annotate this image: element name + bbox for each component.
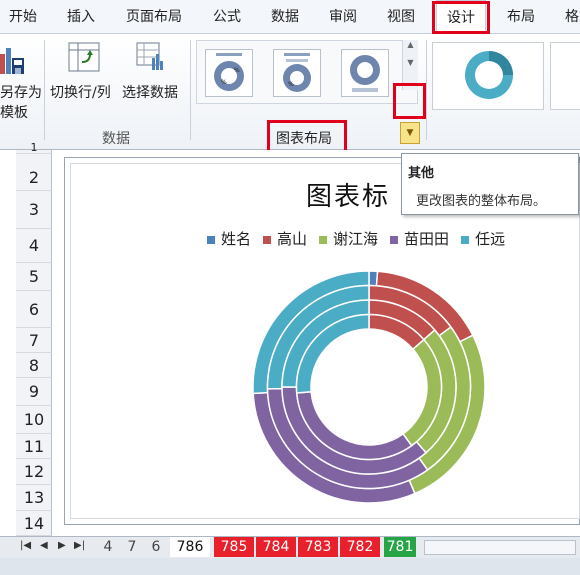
legend-swatch xyxy=(319,235,328,244)
legend-label: 苗田田 xyxy=(404,230,450,248)
first-sheet-icon[interactable]: |◀ xyxy=(20,540,31,551)
row-header[interactable]: 13 xyxy=(16,485,52,511)
chart-style-1[interactable] xyxy=(432,42,544,110)
gallery-scroll-up[interactable]: ▲ ▼ xyxy=(402,40,418,90)
chart-layout-3[interactable] xyxy=(341,49,389,97)
sheet-tab[interactable]: 6 xyxy=(146,537,166,557)
sheet-tab[interactable]: 785 xyxy=(214,537,254,557)
tab-design[interactable]: 设计 xyxy=(436,0,486,35)
layout-thumb-icon: % % xyxy=(214,53,244,91)
legend-item: 苗田田 xyxy=(390,228,449,249)
switch-row-column-button[interactable]: 切换行/列 xyxy=(50,38,120,108)
row-header[interactable]: 10 xyxy=(16,406,52,434)
more-layouts-button[interactable]: ▼ xyxy=(400,122,420,144)
tab-page-layout[interactable]: 页面布局 xyxy=(116,0,192,34)
chart-title[interactable]: 图表标 xyxy=(306,176,390,213)
sheet-tab-strip: |◀ ◀ ▶ ▶| 4 7 6 786 785 784 783 782 781 xyxy=(0,536,580,558)
next-sheet-icon[interactable]: ▶ xyxy=(58,540,66,551)
ribbon-design: 另存为 模板 切换行/列 选择数据 数据 % % % ▲ ▼ ▼ 图表布局 xyxy=(0,34,580,150)
last-sheet-icon[interactable]: ▶| xyxy=(74,540,85,551)
svg-text:%: % xyxy=(221,79,227,86)
tooltip-title: 其他 xyxy=(408,166,435,181)
row-header[interactable]: 9 xyxy=(16,378,52,406)
sheet-tab[interactable]: 783 xyxy=(298,537,338,557)
status-bar xyxy=(0,558,580,575)
prev-sheet-icon[interactable]: ◀ xyxy=(40,540,48,551)
row-header[interactable]: 3 xyxy=(16,191,52,229)
select-data-button[interactable]: 选择数据 xyxy=(122,38,188,108)
legend-swatch xyxy=(207,235,215,244)
row-header[interactable]: 5 xyxy=(16,263,52,291)
horizontal-scrollbar[interactable] xyxy=(424,540,576,555)
tab-data[interactable]: 数据 xyxy=(262,0,308,34)
layout-thumb-icon xyxy=(350,55,380,92)
select-data-icon xyxy=(136,42,163,70)
row-header[interactable]: 4 xyxy=(16,229,52,263)
save-template-label-2: 模板 xyxy=(0,105,28,121)
chart-legend[interactable]: 姓名 高山 谢江海 苗田田 任远 xyxy=(207,228,517,250)
svg-text:%: % xyxy=(234,67,240,74)
tooltip-description: 更改图表的整体布局。 xyxy=(416,194,547,209)
legend-swatch xyxy=(461,235,470,244)
select-data-label: 选择数据 xyxy=(122,85,178,101)
group-label-data: 数据 xyxy=(102,131,130,147)
tab-formulas[interactable]: 公式 xyxy=(204,0,250,34)
row-header[interactable]: 12 xyxy=(16,459,52,485)
save-template-button[interactable]: 另存为 模板 xyxy=(0,38,44,122)
legend-label: 姓名 xyxy=(221,230,252,248)
more-layouts-tooltip: 其他 更改图表的整体布局。 xyxy=(401,153,579,215)
row-header[interactable]: 7 xyxy=(16,328,52,353)
legend-item: 姓名 xyxy=(207,228,251,249)
row-header[interactable]: 1 xyxy=(16,142,52,154)
row-header[interactable]: 14 xyxy=(16,511,52,536)
legend-label: 高山 xyxy=(277,230,308,248)
legend-label: 任远 xyxy=(475,230,506,248)
legend-item: 谢江海 xyxy=(319,228,378,249)
chart-layout-1[interactable]: % % xyxy=(205,49,253,97)
sheet-tab[interactable]: 4 xyxy=(98,537,118,557)
group-separator xyxy=(426,40,427,140)
doughnut-chart[interactable] xyxy=(248,266,490,508)
legend-swatch xyxy=(263,235,272,244)
row-header[interactable]: 6 xyxy=(16,291,52,328)
row-header-column: 1 2 3 4 5 6 7 8 9 10 11 12 13 14 xyxy=(16,142,52,536)
row-header[interactable]: 2 xyxy=(16,164,52,191)
legend-item: 任远 xyxy=(461,228,505,249)
ribbon-tab-bar: 开始 插入 页面布局 公式 数据 审阅 视图 设计 布局 格式 xyxy=(0,0,580,35)
save-template-label-1: 另存为 xyxy=(0,85,42,101)
save-template-icon xyxy=(0,48,24,74)
sheet-tab[interactable]: 7 xyxy=(122,537,142,557)
chart-style-2[interactable] xyxy=(550,42,580,110)
sheet-tab[interactable]: 782 xyxy=(340,537,380,557)
chart-layout-2[interactable]: % xyxy=(273,49,321,97)
legend-item: 高山 xyxy=(263,228,307,249)
tab-insert[interactable]: 插入 xyxy=(58,0,104,34)
group-separator xyxy=(44,40,45,140)
layout-thumb-icon: % xyxy=(283,53,311,92)
tab-layout[interactable]: 布局 xyxy=(498,0,544,34)
sheet-tab-active[interactable]: 786 xyxy=(170,537,210,557)
tab-home[interactable]: 开始 xyxy=(0,0,46,34)
group-label-chart-layouts: 图表布局 xyxy=(276,131,332,147)
row-header[interactable]: 11 xyxy=(16,434,52,459)
chart-style-thumb-icon xyxy=(465,51,513,99)
legend-swatch xyxy=(390,235,399,244)
tab-view[interactable]: 视图 xyxy=(378,0,424,34)
switch-row-column-icon xyxy=(68,42,100,72)
sheet-tab[interactable]: 784 xyxy=(256,537,296,557)
row-header[interactable]: 8 xyxy=(16,353,52,378)
tab-review[interactable]: 审阅 xyxy=(320,0,366,34)
tab-format[interactable]: 格式 xyxy=(556,0,580,34)
legend-label: 谢江海 xyxy=(333,230,379,248)
sheet-tab[interactable]: 781 xyxy=(384,537,416,557)
chart-layout-gallery: % % % xyxy=(196,40,418,104)
svg-text:%: % xyxy=(288,81,294,88)
switch-row-column-label: 切换行/列 xyxy=(50,85,111,101)
group-separator xyxy=(190,40,191,140)
